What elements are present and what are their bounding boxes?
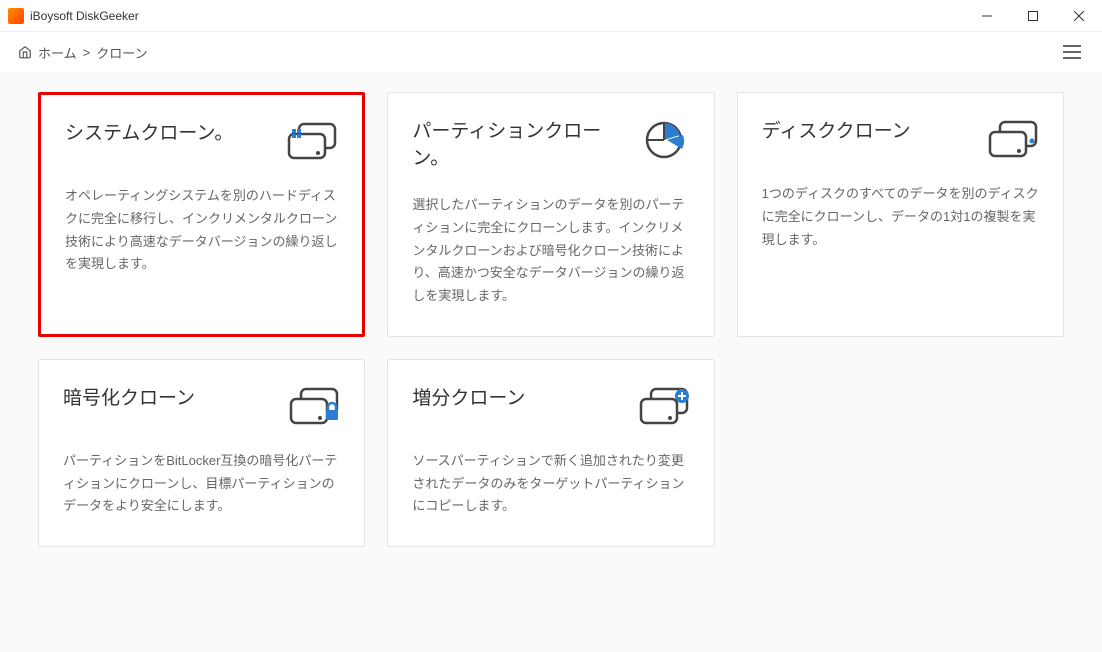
card-title: 増分クローン (412, 386, 525, 413)
card-desc: ソースパーティションで新く追加されたり変更されたデータのみをターゲットパーティシ… (412, 450, 689, 518)
card-disk-clone[interactable]: ディスククローン 1つのディスクのすべてのデータを別のディスクに完全にクローンし… (737, 92, 1064, 337)
home-icon (18, 45, 32, 59)
breadcrumb-separator: > (83, 45, 91, 60)
system-clone-icon (286, 121, 338, 163)
titlebar-left: iBoysoft DiskGeeker (0, 8, 139, 24)
breadcrumb-home[interactable]: ホーム (38, 43, 77, 62)
card-desc: 選択したパーティションのデータを別のパーティションに完全にクローンします。インク… (412, 194, 689, 308)
hamburger-icon (1063, 45, 1081, 59)
card-system-clone[interactable]: システムクローン。 オペレーティングシステムを別のハードディスクに完全に移行し、… (38, 92, 365, 337)
encrypted-clone-icon (288, 386, 340, 428)
minimize-icon (982, 11, 992, 21)
minimize-button[interactable] (964, 0, 1010, 32)
close-icon (1074, 11, 1084, 21)
app-icon (8, 8, 24, 24)
card-title: システムクローン。 (65, 121, 233, 148)
app-title: iBoysoft DiskGeeker (30, 9, 139, 23)
breadcrumb: ホーム > クローン (18, 43, 148, 62)
maximize-icon (1028, 11, 1038, 21)
card-desc: オペレーティングシステムを別のハードディスクに完全に移行し、インクリメンタルクロ… (65, 185, 338, 276)
window-controls (964, 0, 1102, 32)
close-button[interactable] (1056, 0, 1102, 32)
titlebar: iBoysoft DiskGeeker (0, 0, 1102, 32)
partition-clone-icon (638, 119, 690, 161)
card-title: ディスククローン (762, 119, 911, 146)
incremental-clone-icon (638, 386, 690, 428)
menu-button[interactable] (1060, 40, 1084, 64)
card-title: 暗号化クローン (63, 386, 195, 413)
card-desc: パーティションをBitLocker互換の暗号化パーティションにクローンし、目標パ… (63, 450, 340, 518)
card-title: パーティションクローン。 (412, 119, 612, 172)
card-desc: 1つのディスクのすべてのデータを別のディスクに完全にクローンし、データの1対1の… (762, 183, 1039, 251)
card-incremental-clone[interactable]: 増分クローン ソースパーティションで新く追加されたり変更されたデータのみをターゲ… (387, 359, 714, 547)
breadcrumb-current: クローン (96, 43, 147, 62)
disk-clone-icon (987, 119, 1039, 161)
maximize-button[interactable] (1010, 0, 1056, 32)
card-partition-clone[interactable]: パーティションクローン。 選択したパーティションのデータを別のパーティションに完… (387, 92, 714, 337)
content-grid: システムクローン。 オペレーティングシステムを別のハードディスクに完全に移行し、… (0, 72, 1102, 567)
breadcrumb-row: ホーム > クローン (0, 32, 1102, 72)
card-encrypted-clone[interactable]: 暗号化クローン パーティションをBitLocker互換の暗号化パーティションにク… (38, 359, 365, 547)
